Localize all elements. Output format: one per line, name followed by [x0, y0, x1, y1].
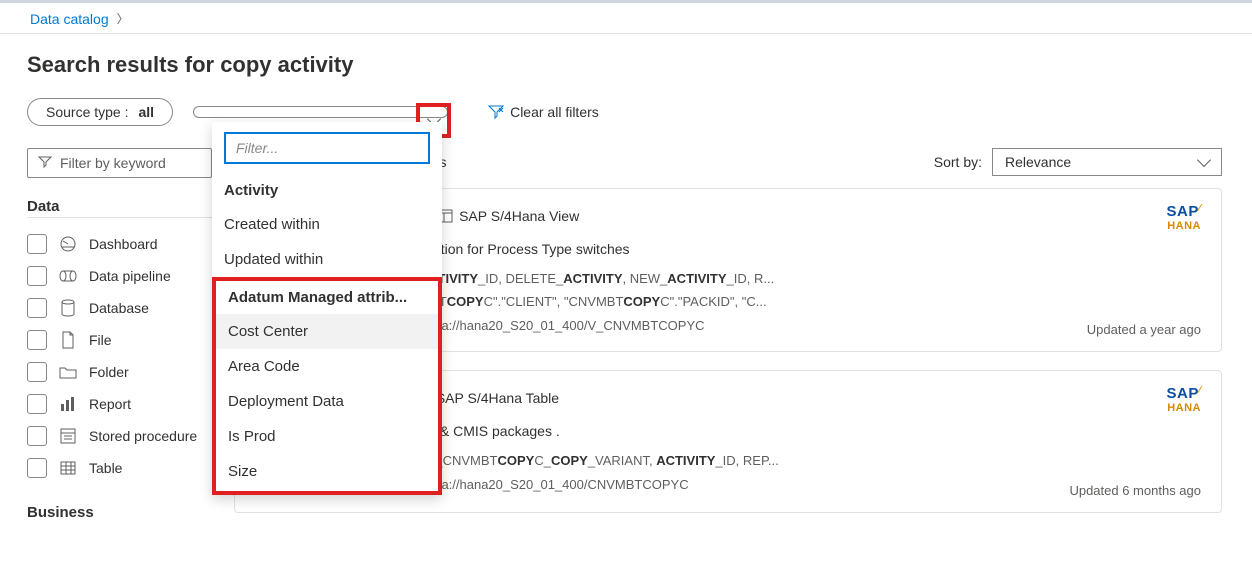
result-updated: Updated a year ago	[1087, 322, 1201, 337]
checkbox[interactable]	[27, 330, 47, 350]
checkbox[interactable]	[27, 234, 47, 254]
sort-by-select[interactable]: Relevance	[992, 148, 1222, 176]
result-updated: Updated 6 months ago	[1069, 483, 1201, 498]
clear-all-filters-label: Clear all filters	[510, 104, 599, 120]
facet-label: Folder	[89, 364, 129, 380]
facet-label: Table	[89, 460, 122, 476]
folder-icon	[59, 363, 77, 381]
facet-label: Database	[89, 300, 149, 316]
file-icon	[59, 331, 77, 349]
checkbox[interactable]	[27, 394, 47, 414]
facet-item-folder[interactable]: Folder	[27, 356, 212, 388]
filter-by-keyword-input[interactable]: Filter by keyword	[27, 148, 212, 178]
dropdown-item-area-code[interactable]: Area Code	[216, 349, 438, 384]
page-title: Search results for copy activity	[0, 34, 1252, 92]
filter-by-keyword-placeholder: Filter by keyword	[60, 155, 166, 171]
source-type-filter-pill[interactable]: Source type : all	[27, 98, 173, 126]
checkbox[interactable]	[27, 458, 47, 478]
facet-item-dashboard[interactable]: Dashboard	[27, 228, 212, 260]
sort-value: Relevance	[1005, 154, 1071, 170]
facet-item-data-pipeline[interactable]: Data pipeline	[27, 260, 212, 292]
sap-badge: SAP∕ HANA	[1166, 385, 1201, 414]
dropdown-section-managed-attrib: Adatum Managed attrib...	[216, 281, 438, 314]
facet-item-database[interactable]: Database	[27, 292, 212, 324]
breadcrumb: Data catalog 〉	[0, 0, 1252, 34]
clear-all-filters-button[interactable]: Clear all filters	[488, 104, 599, 120]
dropdown-item-deployment-data[interactable]: Deployment Data	[216, 384, 438, 419]
clear-filter-icon	[488, 105, 502, 119]
breadcrumb-root[interactable]: Data catalog	[30, 11, 109, 27]
attribute-filter-dropdown[interactable]	[193, 106, 448, 118]
dropdown-item-created-within[interactable]: Created within	[212, 207, 442, 242]
sap-logo-icon: SAP∕	[1166, 385, 1201, 402]
checkbox[interactable]	[27, 298, 47, 318]
sap-logo-icon: SAP∕	[1166, 203, 1201, 220]
dashboard-icon	[59, 235, 77, 253]
facet-label: Stored procedure	[89, 428, 197, 444]
source-type-label: Source type :	[46, 104, 129, 120]
facet-item-report[interactable]: Report	[27, 388, 212, 420]
attribute-filter-panel: Activity Created within Updated within A…	[212, 122, 442, 495]
chevron-right-icon: 〉	[117, 10, 129, 27]
checkbox[interactable]	[27, 266, 47, 286]
dropdown-section-activity: Activity	[212, 174, 442, 207]
dropdown-managed-attributes-highlight: Adatum Managed attrib... Cost Center Are…	[212, 277, 442, 495]
table-icon	[59, 459, 77, 477]
stored-procedure-icon	[59, 427, 77, 445]
dropdown-item-cost-center[interactable]: Cost Center	[216, 314, 438, 349]
sort-by-label: Sort by:	[934, 154, 982, 170]
facet-item-file[interactable]: File	[27, 324, 212, 356]
chevron-down-icon	[1197, 153, 1211, 167]
dropdown-filter-input[interactable]	[224, 132, 430, 164]
facet-head-business: Business	[27, 504, 212, 523]
checkbox[interactable]	[27, 426, 47, 446]
facet-label: Report	[89, 396, 131, 412]
facet-label: Data pipeline	[89, 268, 171, 284]
report-icon	[59, 395, 77, 413]
facet-label: File	[89, 332, 112, 348]
dropdown-item-size[interactable]: Size	[216, 454, 438, 489]
facet-item-table[interactable]: Table	[27, 452, 212, 484]
result-type: SAP S/4Hana View	[439, 208, 579, 224]
pipeline-icon	[59, 267, 77, 285]
filter-icon	[38, 155, 52, 171]
facet-label: Dashboard	[89, 236, 158, 252]
filter-pill-row: Source type : all Clear all filters Acti…	[0, 92, 1252, 132]
source-type-value: all	[139, 104, 155, 120]
checkbox[interactable]	[27, 362, 47, 382]
facet-head-data: Data	[27, 198, 212, 218]
sap-badge: SAP∕ HANA	[1166, 203, 1201, 232]
database-icon	[59, 299, 77, 317]
dropdown-item-is-prod[interactable]: Is Prod	[216, 419, 438, 454]
dropdown-item-updated-within[interactable]: Updated within	[212, 242, 442, 277]
facet-item-stored-procedure[interactable]: Stored procedure	[27, 420, 212, 452]
